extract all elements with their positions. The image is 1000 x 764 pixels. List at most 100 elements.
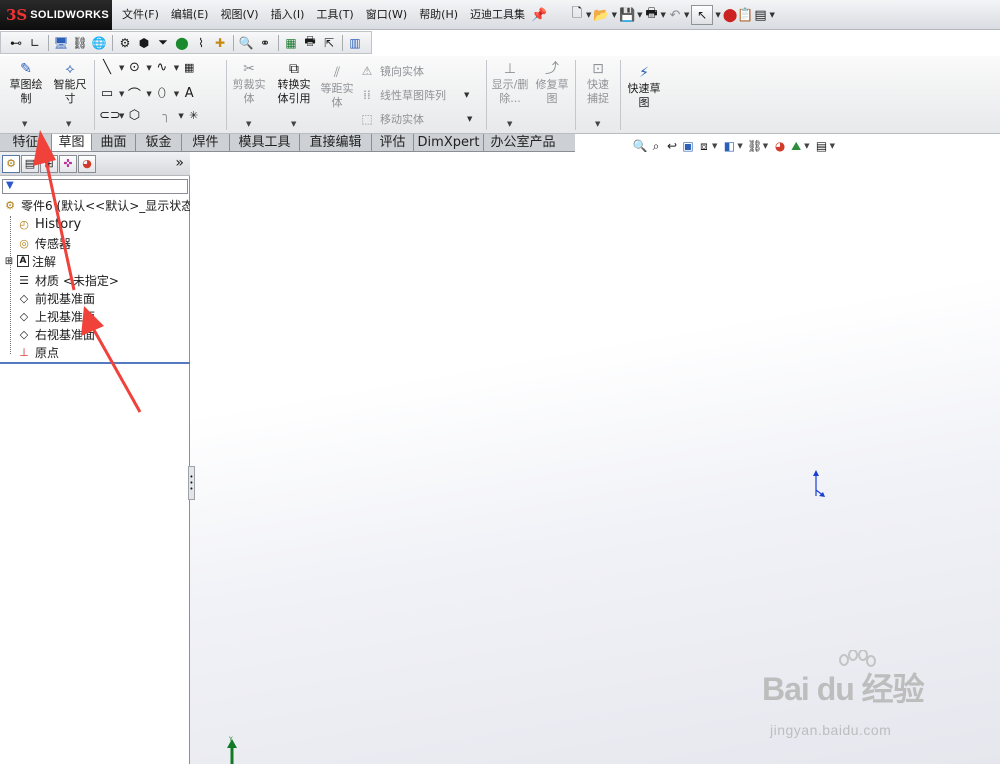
options-icon[interactable]: ▤ [753,4,767,26]
smart-dimension-button[interactable]: ⟡ 智能尺寸 [50,62,90,106]
menu-window[interactable]: 窗口(W) [360,0,413,30]
fillet-dropdown-icon[interactable]: ▼ [178,112,183,120]
tree-item-annotations[interactable]: ⊞ A 注解 [4,252,56,270]
spreadsheet-icon[interactable]: ▦ [282,34,300,52]
tab-sheet-metal[interactable]: 钣金 [136,134,182,151]
linear-pattern-button[interactable]: ⁞⁞ 线性草图阵列 ▼ [358,87,471,103]
rebuild-traffic-light-icon[interactable]: ⬤ [723,4,738,26]
undo-dropdown-icon[interactable]: ▼ [684,11,689,19]
display-manager-tab-icon[interactable]: ◕ [78,154,96,173]
undo-icon[interactable]: ↶ [668,4,682,26]
convert-dropdown-icon[interactable]: ▼ [291,120,296,128]
previous-view-icon[interactable]: ↩ [664,139,680,153]
circle-icon[interactable]: ⊙ [126,60,142,75]
tree-item-top-plane[interactable]: ◇ 上视基准面 [16,307,95,325]
text-a-icon[interactable]: A [181,86,197,101]
tab-office-products[interactable]: 办公室产品 [484,134,562,151]
polygon-icon[interactable]: ⬡ [126,108,142,123]
display-monitor-icon[interactable]: 🖥 [52,34,70,52]
magnifier-icon[interactable]: 🔍 [237,34,255,52]
point-icon[interactable]: ✳ [186,109,202,122]
slot-dropdown-icon[interactable]: ▼ [119,112,124,120]
tab-surfaces[interactable]: 曲面 [92,134,136,151]
funnel-icon[interactable]: ⏷ [154,34,172,52]
offset-entities-button[interactable]: ⫽ 等距实体 [316,66,358,110]
display-style-icon[interactable]: ◧ [721,139,737,153]
tab-features[interactable]: 特征 [0,134,52,151]
tab-sketch[interactable]: 草图 [52,134,92,151]
export-icon[interactable]: ⇱ [320,34,338,52]
tab-evaluate[interactable]: 评估 [372,134,414,151]
pin-icon[interactable]: 📌 [531,4,547,26]
convert-entities-button[interactable]: ⧉ 转换实体引用 [272,62,316,106]
spline-dropdown-icon[interactable]: ▼ [174,64,179,72]
network-icon[interactable]: ⛓ [71,34,89,52]
new-document-icon[interactable]: 🗋 [570,4,584,26]
select-dropdown-icon[interactable]: ▼ [715,11,720,19]
tab-dimxpert[interactable]: DimXpert [414,134,484,151]
print-icon[interactable]: 🖶 [645,4,659,26]
panel-splitter-handle[interactable]: • • • [188,466,195,500]
view-settings-icon[interactable]: ▤ [814,139,830,153]
menu-edit[interactable]: 编辑(E) [165,0,215,30]
circle-dropdown-icon[interactable]: ▼ [146,64,151,72]
sketch-dropdown-icon[interactable]: ▼ [22,120,27,128]
tree-item-right-plane[interactable]: ◇ 右视基准面 [16,325,95,343]
move-entities-button[interactable]: ⬚ 移动实体 ▼ [358,111,474,127]
select-pointer-icon[interactable]: ↖ [691,5,714,25]
scene-dropdown-icon[interactable]: ▼ [804,142,809,150]
mirror-entities-button[interactable]: ⚠ 镜向实体 [358,63,424,79]
globe-icon[interactable]: 🌐 [90,34,108,52]
hex-nut-icon[interactable]: ⬢ [135,34,153,52]
dimxpert-manager-tab-icon[interactable]: ✜ [59,154,77,173]
options-dropdown-icon[interactable]: ▼ [769,11,774,19]
new-dropdown-icon[interactable]: ▼ [586,11,591,19]
expand-panel-icon[interactable]: » [175,155,184,171]
show-delete-relations-button[interactable]: ⊥ 显示/删除... [490,62,530,106]
line-icon[interactable]: ╲ [99,60,115,75]
section-view-icon[interactable]: ▣ [680,139,696,153]
repair-sketch-button[interactable]: ⤴ 修复草图 [532,62,572,106]
arc-icon[interactable]: ⌒ [126,84,142,103]
trim-dropdown-icon[interactable]: ▼ [246,120,251,128]
trim-entities-button[interactable]: ✂ 剪裁实体 [229,62,269,106]
menu-file[interactable]: 文件(F) [116,0,165,30]
save-icon[interactable]: 💾 [619,4,635,26]
display-style-dropdown-icon[interactable]: ▼ [737,142,742,150]
property-manager-tab-icon[interactable]: ▤ [21,154,39,173]
feature-tree-filter[interactable]: ▼ [2,179,188,194]
tab-mold-tools[interactable]: 模具工具 [230,134,300,151]
bolt-icon[interactable]: ✚ [211,34,229,52]
line-dropdown-icon[interactable]: ▼ [119,64,124,72]
dimension-dropdown-icon[interactable]: ▼ [66,120,71,128]
gear-icon[interactable]: ⚙ [116,34,134,52]
file-properties-icon[interactable]: 📋 [737,4,753,26]
expand-plus-icon[interactable]: ⊞ [4,254,14,268]
rectangle-icon[interactable]: ▭ [99,86,115,101]
pattern-dropdown-icon[interactable]: ▼ [464,91,469,99]
menu-maidi-tools[interactable]: 迈迪工具集 [464,0,531,30]
quick-snaps-button[interactable]: ⊡ 快速捕捉 [578,62,618,106]
snap-dropdown-icon[interactable]: ▼ [595,120,600,128]
orientation-dropdown-icon[interactable]: ▼ [712,142,717,150]
relations-dropdown-icon[interactable]: ▼ [507,120,512,128]
tree-item-sensors[interactable]: ◎ 传感器 [16,234,71,252]
hide-show-dropdown-icon[interactable]: ▼ [763,142,768,150]
tree-item-history[interactable]: ◴ History [16,215,81,233]
rapid-sketch-button[interactable]: ⚡ 快速草图 [624,66,664,110]
sketch-grid-icon[interactable]: ▦ [181,61,197,74]
spring-icon[interactable]: ⌇ [192,34,210,52]
menu-insert[interactable]: 插入(I) [265,0,311,30]
tab-weldments[interactable]: 焊件 [182,134,230,151]
print-dropdown-icon[interactable]: ▼ [661,11,666,19]
zoom-to-fit-icon[interactable]: 🔍 [632,139,648,153]
tree-item-origin[interactable]: ⊥ 原点 [16,343,59,361]
sketch-button[interactable]: ✎ 草图绘制 [6,62,46,106]
ellipse-icon[interactable]: ⬯ [154,86,170,101]
report-icon[interactable]: ▥ [346,34,364,52]
save-dropdown-icon[interactable]: ▼ [637,11,642,19]
location-pin-icon[interactable]: ⬤ [173,34,191,52]
feature-manager-tab-icon[interactable]: ⚙ [2,154,20,173]
tree-item-front-plane[interactable]: ◇ 前视基准面 [16,289,95,307]
fillet-icon[interactable]: ╮ [158,108,174,123]
